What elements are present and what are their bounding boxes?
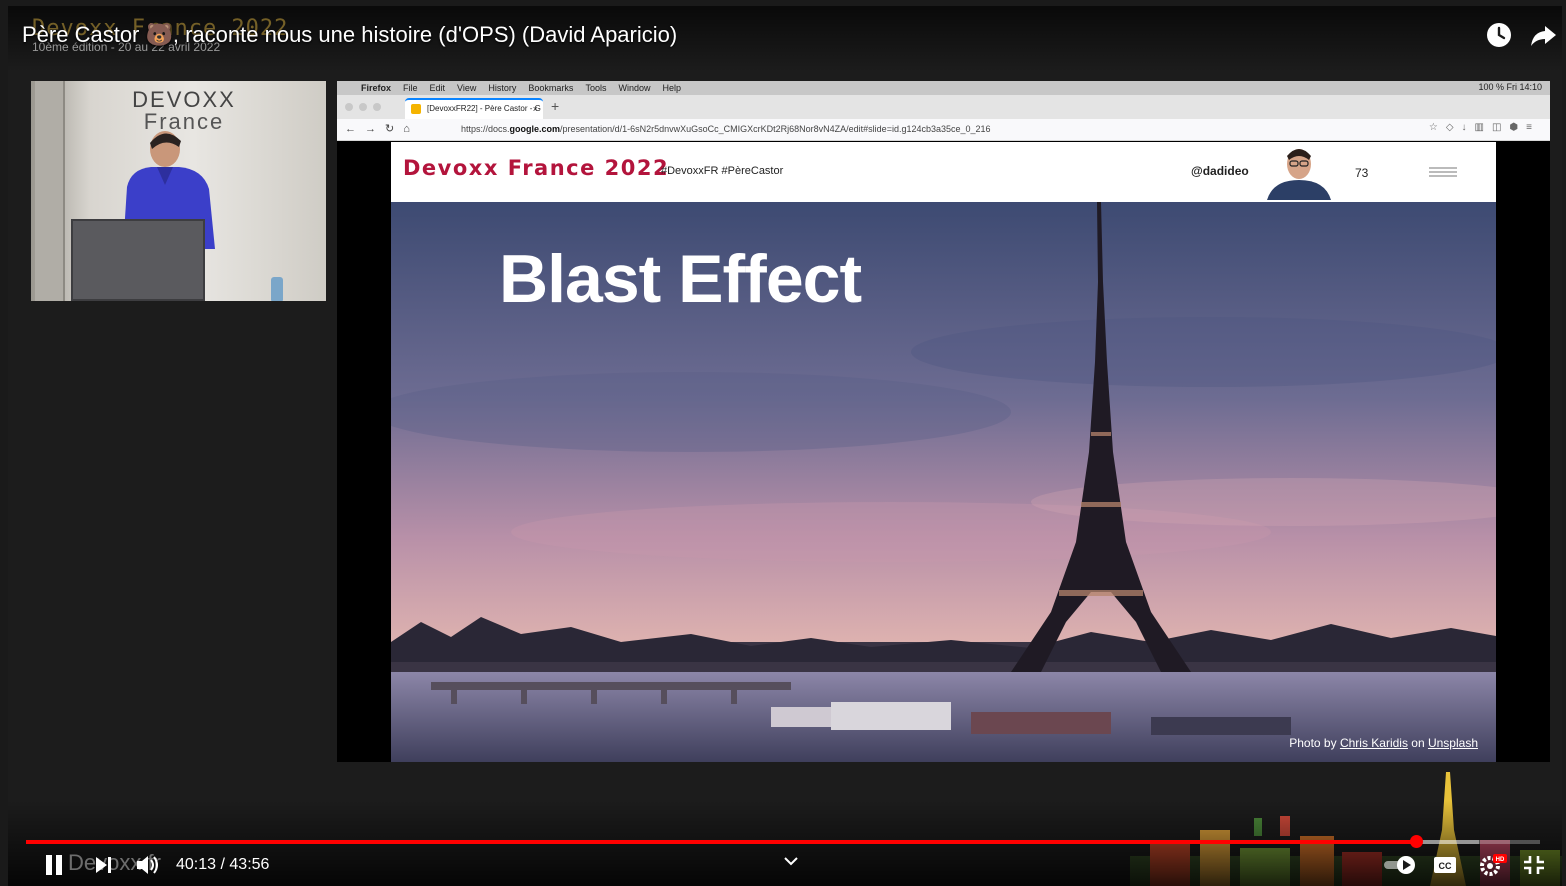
progress-bar[interactable] — [26, 835, 1540, 848]
autoplay-toggle-icon[interactable] — [1382, 852, 1418, 878]
chevron-down-icon[interactable] — [782, 854, 800, 868]
volume-icon[interactable] — [134, 852, 162, 878]
new-tab-icon: + — [551, 98, 560, 114]
svg-text:CC: CC — [1439, 861, 1452, 871]
window-close-dot — [345, 103, 353, 111]
url-domain: google.com — [509, 124, 561, 134]
menubar-status: 100 % Fri 14:10 — [1478, 82, 1542, 92]
slide-brand: Devoxx France 2022 — [403, 156, 670, 180]
credit-prefix: Photo by — [1289, 736, 1340, 750]
menubar-app-name: Firefox — [361, 83, 392, 93]
speaker-camera-feed: DEVOXX France — [31, 81, 326, 301]
browser-tab-title: [DevoxxFR22] - Père Castor - G — [427, 104, 541, 113]
tab-close-icon: × — [532, 104, 538, 114]
cc-icon[interactable]: CC — [1432, 852, 1458, 878]
cam-water-bottle — [271, 277, 283, 301]
browser-urlbar: ←→↻⌂ https://docs.google.com/presentatio… — [337, 119, 1550, 141]
browser-url: https://docs.google.com/presentation/d/1… — [461, 124, 991, 134]
menubar-item-bookmarks: Bookmarks — [528, 83, 574, 93]
menubar-item-file: File — [403, 83, 418, 93]
svg-text:HD: HD — [1496, 857, 1505, 863]
slide-title: Blast Effect — [499, 241, 862, 317]
menubar-item-view: View — [457, 83, 477, 93]
window-minimize-dot — [359, 103, 367, 111]
slide-number: 73 — [1355, 166, 1369, 180]
credit-author-link: Chris Karidis — [1339, 736, 1408, 750]
progress-played — [26, 840, 1416, 844]
window-zoom-dot — [373, 103, 381, 111]
time-current: 40:13 — [176, 856, 217, 873]
menubar-item-help: Help — [662, 83, 681, 93]
cam-door — [35, 81, 65, 301]
screen-capture: Firefox File Edit View History Bookmarks… — [337, 81, 1550, 762]
cam-podium — [71, 219, 205, 301]
slide-stage: Devoxx France 2022 #DevoxxFR #PèreCastor… — [337, 142, 1550, 762]
gear-hd-icon[interactable]: HD — [1478, 852, 1508, 878]
speaker-avatar — [1267, 149, 1331, 200]
video-player[interactable]: DEVOXX France Firefox File Edit View His… — [0, 0, 1566, 886]
menubar-item-history: History — [488, 83, 517, 93]
browser-toolbar-icons: ☆◇↓▥◫⬢≡ — [1428, 122, 1540, 133]
pause-icon[interactable] — [42, 852, 66, 878]
share-arrow-icon[interactable] — [1528, 20, 1558, 50]
progress-scrubber[interactable] — [1409, 835, 1423, 848]
presentation-slide: Devoxx France 2022 #DevoxxFR #PèreCastor… — [391, 142, 1496, 762]
browser-nav-icons: ←→↻⌂ — [345, 123, 419, 135]
photo-credit: Photo by Chris Karidis on Unsplash — [1289, 736, 1478, 750]
url-prefix: https://docs. — [461, 124, 510, 134]
time-display: 40:13 / 43:56 — [176, 856, 269, 874]
speaker-handle: @dadideo — [1191, 164, 1249, 178]
slide-photo-eiffel: Blast Effect Photo by Chris Karidis on U… — [391, 202, 1496, 762]
slide-menu-icon — [1429, 167, 1457, 177]
time-total: 43:56 — [229, 856, 270, 873]
video-title[interactable]: Père Castor 🐻, raconte nous une histoire… — [22, 22, 677, 48]
next-icon[interactable] — [92, 852, 116, 878]
credit-site-link: Unsplash — [1427, 736, 1478, 750]
mac-menubar: Firefox File Edit View History Bookmarks… — [337, 81, 1550, 95]
menubar-item-edit: Edit — [429, 83, 446, 93]
time-separator: / — [216, 856, 230, 873]
url-path: /presentation/d/1-6sN2r5dnvwXuGsoCc_CMIG… — [560, 124, 991, 134]
browser-tab: [DevoxxFR22] - Père Castor - G × — [405, 98, 543, 119]
slide-hashtags: #DevoxxFR #PèreCastor — [661, 165, 784, 177]
credit-mid: on — [1407, 736, 1428, 750]
slides-favicon-icon — [411, 104, 421, 114]
slide-header: Devoxx France 2022 #DevoxxFR #PèreCastor… — [391, 142, 1496, 202]
menubar-item-window: Window — [618, 83, 651, 93]
menubar-item-tools: Tools — [585, 83, 607, 93]
exit-fullscreen-icon[interactable] — [1522, 852, 1546, 878]
browser-tabstrip: [DevoxxFR22] - Père Castor - G × + — [337, 95, 1550, 119]
clock-icon[interactable] — [1484, 20, 1514, 50]
